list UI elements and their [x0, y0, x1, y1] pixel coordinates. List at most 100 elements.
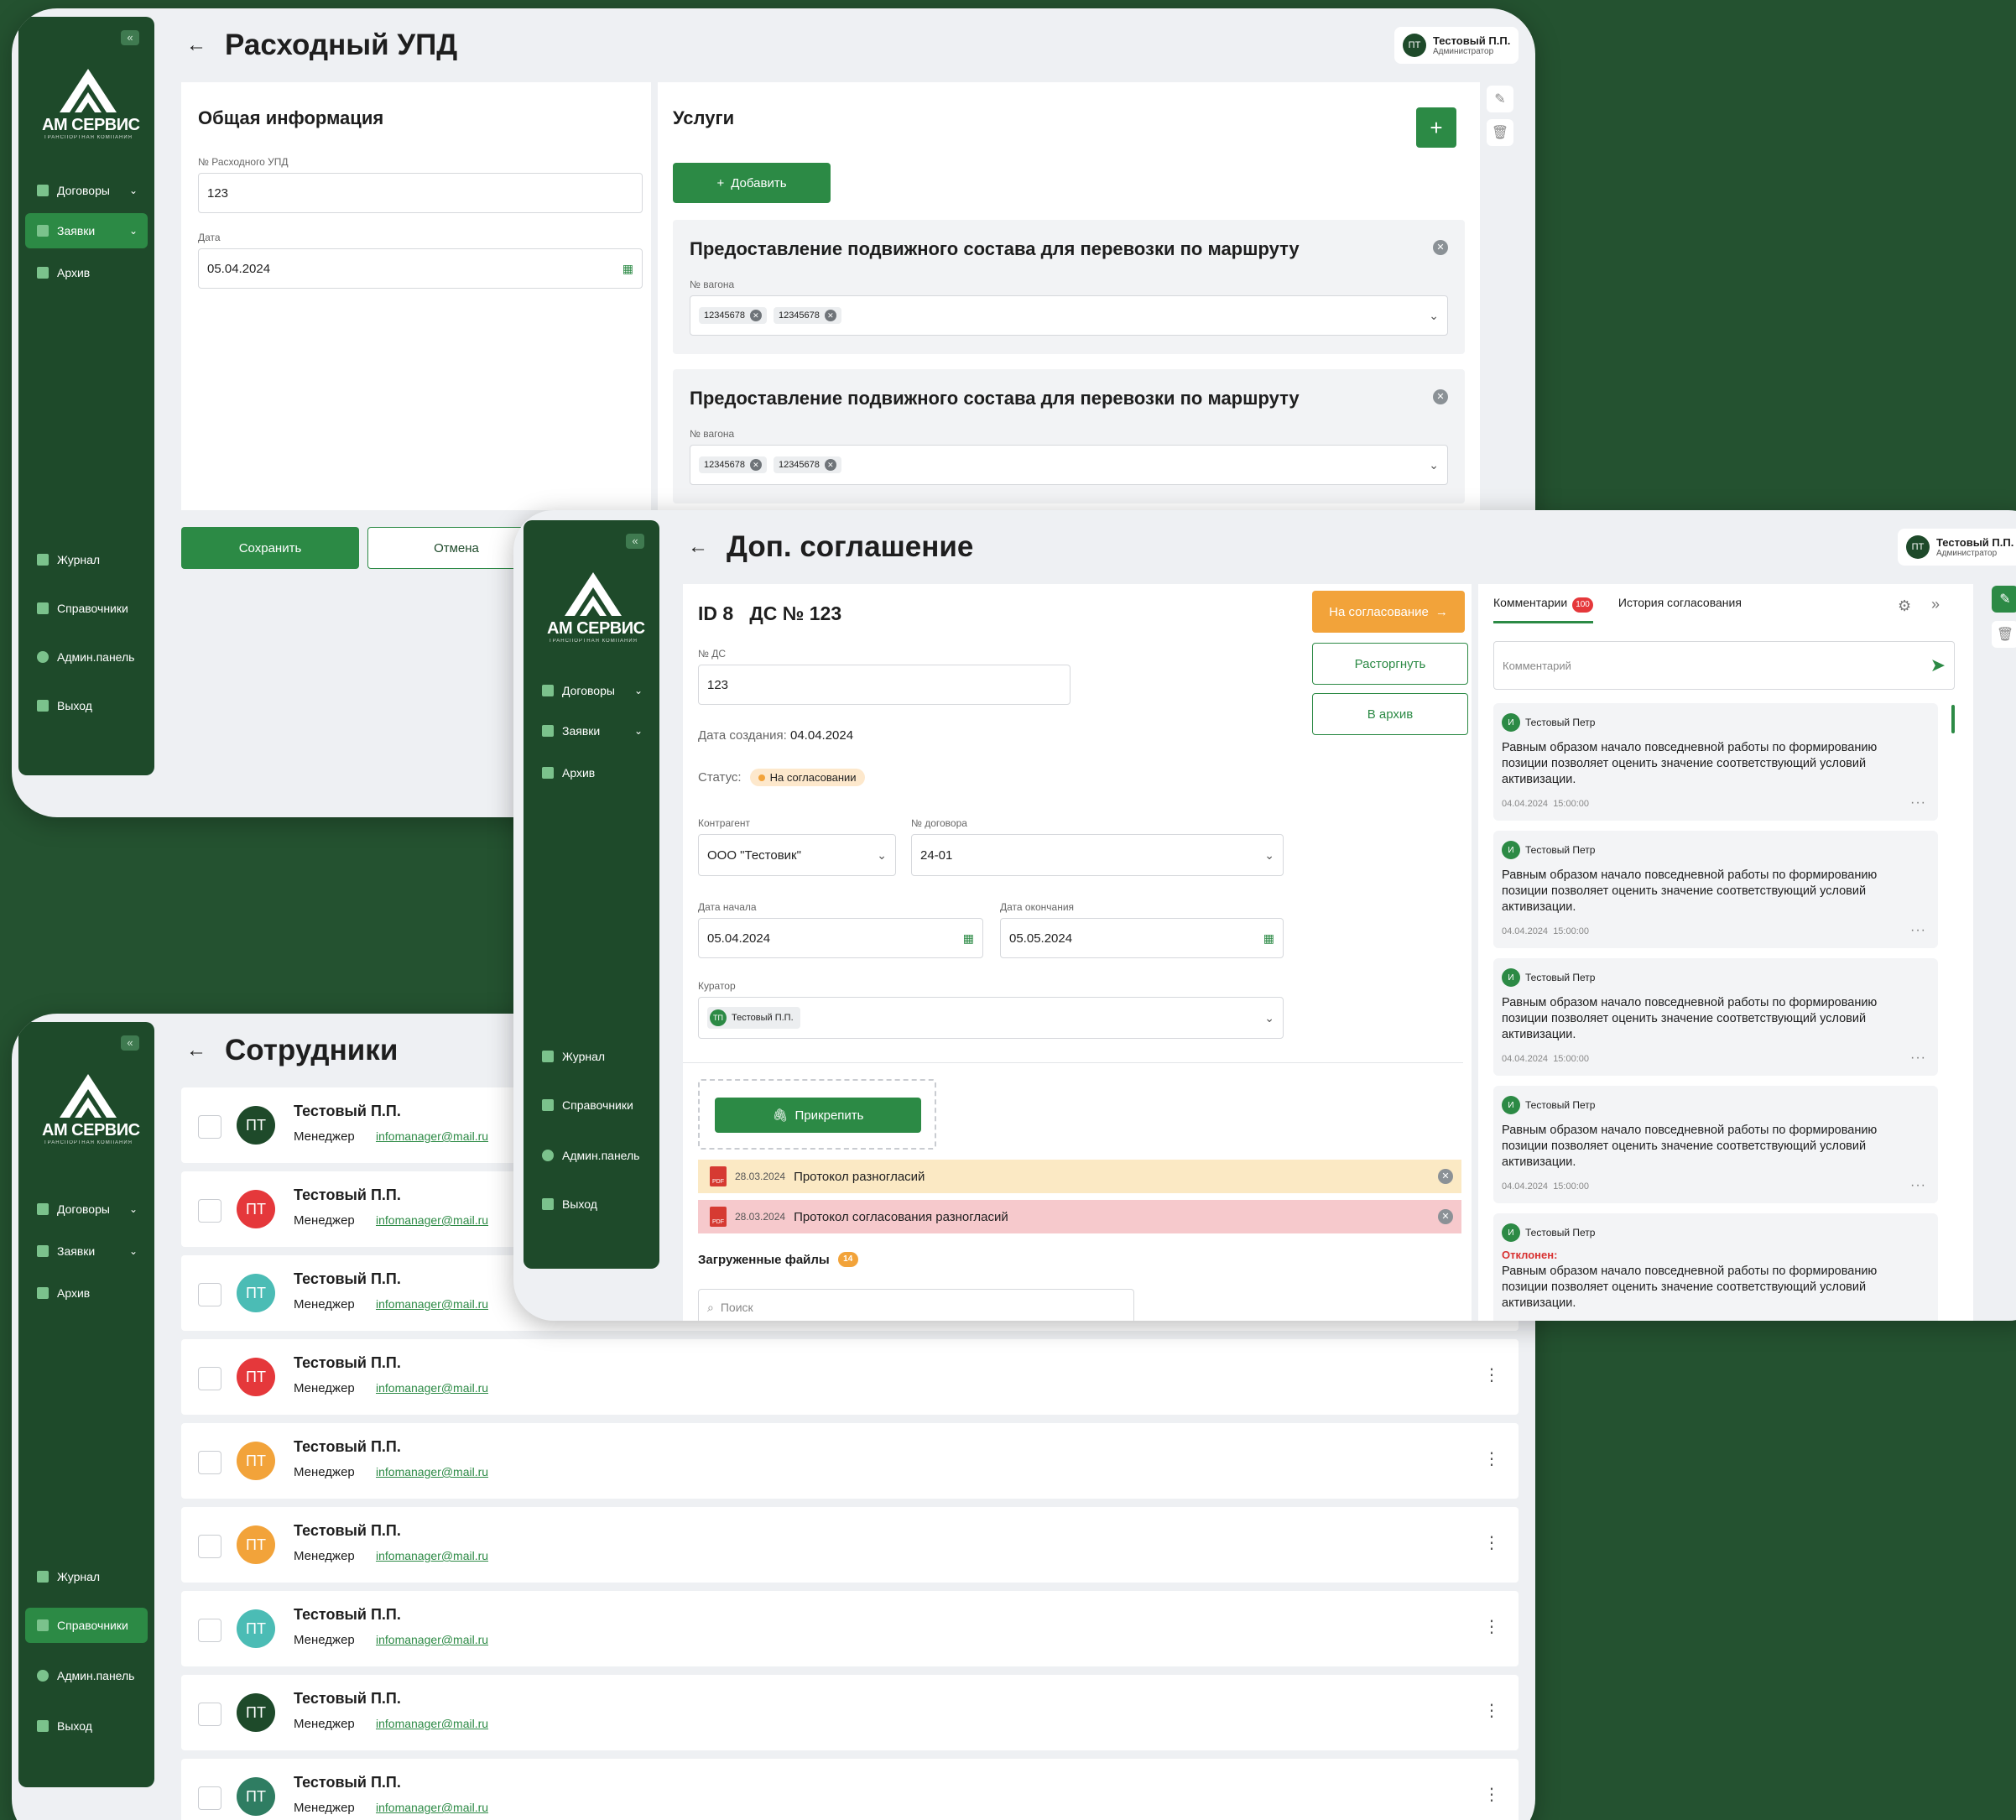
nav-exit[interactable]: Выход [25, 1708, 148, 1744]
close-icon[interactable]: ✕ [1433, 389, 1448, 404]
employee-email-link[interactable]: infomanager@mail.ru [376, 1465, 488, 1478]
wagon-select[interactable]: 12345678 ✕ 12345678 ✕ ⌄ [690, 445, 1448, 485]
comment-input[interactable]: Комментарий ➤ [1493, 641, 1955, 690]
employee-email-link[interactable]: infomanager@mail.ru [376, 1801, 488, 1814]
employee-row[interactable]: ПТ Тестовый П.П. Менеджер infomanager@mail.… [181, 1591, 1519, 1666]
more-vertical-icon[interactable]: ⋮ [1483, 1448, 1500, 1469]
row-checkbox[interactable] [198, 1619, 221, 1642]
archive-button[interactable]: В архив [1312, 693, 1468, 735]
nav-requests[interactable]: Заявки ⌄ [530, 713, 653, 748]
row-checkbox[interactable] [198, 1786, 221, 1810]
nav-journal[interactable]: Журнал [25, 542, 148, 577]
save-button[interactable]: Сохранить [181, 527, 359, 569]
file-row[interactable]: PDF 28.03.2024 Протокол согласования раз… [698, 1200, 1461, 1233]
more-horizontal-icon[interactable]: ··· [1910, 795, 1926, 811]
nav-journal[interactable]: Журнал [25, 1559, 148, 1594]
tab-history[interactable]: История согласования [1618, 596, 1742, 623]
send-for-approval-button[interactable]: На согласование → [1312, 591, 1465, 633]
back-arrow-icon[interactable]: ← [186, 34, 206, 57]
close-icon[interactable]: ✕ [1438, 1169, 1453, 1184]
nav-requests[interactable]: Заявки ⌄ [25, 1233, 148, 1269]
back-arrow-icon[interactable]: ← [688, 535, 708, 559]
nav-admin[interactable]: Админ.панель [530, 1138, 653, 1173]
scrollbar[interactable] [1951, 705, 1955, 733]
remove-tag-icon[interactable]: ✕ [824, 310, 836, 321]
employee-email-link[interactable]: infomanager@mail.ru [376, 1213, 488, 1227]
nav-contracts[interactable]: Договоры ⌄ [25, 173, 148, 208]
more-vertical-icon[interactable]: ⋮ [1483, 1784, 1500, 1805]
row-checkbox[interactable] [198, 1283, 221, 1306]
edit-icon[interactable]: ✎ [1992, 586, 2016, 613]
counterparty-select[interactable]: ООО "Тестовик" ⌄ [698, 834, 896, 876]
collapse-sidebar-button[interactable]: « [121, 1035, 139, 1051]
plus-button[interactable]: + [1416, 107, 1456, 148]
more-horizontal-icon[interactable]: ··· [1910, 923, 1926, 938]
employee-email-link[interactable]: infomanager@mail.ru [376, 1717, 488, 1730]
employee-email-link[interactable]: infomanager@mail.ru [376, 1549, 488, 1562]
row-checkbox[interactable] [198, 1199, 221, 1223]
nav-contracts[interactable]: Договоры ⌄ [530, 673, 653, 708]
employee-row[interactable]: ПТ Тестовый П.П. Менеджер infomanager@mail.… [181, 1507, 1519, 1583]
more-horizontal-icon[interactable]: ··· [1910, 1051, 1926, 1066]
settings-icon[interactable]: ⚙ [1898, 597, 1911, 615]
nav-archive[interactable]: Архив [25, 255, 148, 290]
employee-email-link[interactable]: infomanager@mail.ru [376, 1297, 488, 1311]
end-date-input[interactable]: 05.05.2024 ▦ [1000, 918, 1284, 958]
user-badge[interactable]: ПТ Тестовый П.П. Администратор [1898, 529, 2016, 566]
chevron-down-icon[interactable]: ⌄ [1429, 309, 1439, 323]
employee-email-link[interactable]: infomanager@mail.ru [376, 1633, 488, 1646]
employee-row[interactable]: ПТ Тестовый П.П. Менеджер infomanager@mail.… [181, 1339, 1519, 1415]
more-horizontal-icon[interactable]: ··· [1910, 1178, 1926, 1193]
calendar-icon[interactable]: ▦ [623, 262, 633, 276]
attach-button[interactable]: 🖇 Прикрепить [715, 1098, 921, 1133]
terminate-button[interactable]: Расторгнуть [1312, 643, 1468, 685]
nav-archive[interactable]: Архив [530, 755, 653, 790]
more-vertical-icon[interactable]: ⋮ [1483, 1616, 1500, 1637]
add-service-button[interactable]: + Добавить [673, 163, 831, 203]
calendar-icon[interactable]: ▦ [1263, 931, 1274, 946]
row-checkbox[interactable] [198, 1703, 221, 1726]
expand-icon[interactable]: » [1931, 596, 1940, 613]
row-checkbox[interactable] [198, 1367, 221, 1390]
nav-directories[interactable]: Справочники [530, 1087, 653, 1123]
more-vertical-icon[interactable]: ⋮ [1483, 1700, 1500, 1721]
collapse-sidebar-button[interactable]: « [626, 534, 644, 549]
close-icon[interactable]: ✕ [1438, 1209, 1453, 1224]
send-icon[interactable]: ➤ [1930, 654, 1946, 676]
calendar-icon[interactable]: ▦ [963, 931, 974, 946]
nav-directories[interactable]: Справочники [25, 1608, 148, 1643]
remove-tag-icon[interactable]: ✕ [749, 310, 762, 321]
row-checkbox[interactable] [198, 1451, 221, 1474]
collapse-sidebar-button[interactable]: « [121, 30, 139, 45]
chevron-down-icon[interactable]: ⌄ [1429, 458, 1439, 472]
back-arrow-icon[interactable]: ← [186, 1039, 206, 1062]
trash-icon[interactable]: 🗑 [1992, 621, 2016, 648]
row-checkbox[interactable] [198, 1115, 221, 1139]
file-row[interactable]: PDF 28.03.2024 Протокол разногласий ✕ [698, 1160, 1461, 1193]
employee-row[interactable]: ПТ Тестовый П.П. Менеджер infomanager@mail.… [181, 1759, 1519, 1820]
employee-row[interactable]: ПТ Тестовый П.П. Менеджер infomanager@mail.… [181, 1675, 1519, 1750]
user-badge[interactable]: ПТ Тестовый П.П. Администратор [1394, 27, 1519, 64]
employee-email-link[interactable]: infomanager@mail.ru [376, 1381, 488, 1395]
row-checkbox[interactable] [198, 1535, 221, 1558]
nav-requests[interactable]: Заявки ⌄ [25, 213, 148, 248]
remove-tag-icon[interactable]: ✕ [749, 459, 762, 471]
nav-journal[interactable]: Журнал [530, 1039, 653, 1074]
employee-row[interactable]: ПТ Тестовый П.П. Менеджер infomanager@mail.… [181, 1423, 1519, 1499]
nav-archive[interactable]: Архив [25, 1275, 148, 1311]
nav-exit[interactable]: Выход [530, 1186, 653, 1222]
files-search-input[interactable]: ⌕ Поиск [698, 1289, 1134, 1321]
close-icon[interactable]: ✕ [1433, 240, 1448, 255]
contract-select[interactable]: 24-01 ⌄ [911, 834, 1284, 876]
tab-comments[interactable]: Комментарии 100 [1493, 596, 1593, 623]
nav-admin[interactable]: Админ.панель [25, 639, 148, 675]
start-date-input[interactable]: 05.04.2024 ▦ [698, 918, 983, 958]
edit-icon[interactable]: ✎ [1487, 86, 1513, 112]
trash-icon[interactable]: 🗑 [1487, 119, 1513, 146]
upd-number-input[interactable]: 123 [198, 173, 643, 213]
wagon-select[interactable]: 12345678 ✕ 12345678 ✕ ⌄ [690, 295, 1448, 336]
curator-select[interactable]: ТП Тестовый П.П. ⌄ [698, 997, 1284, 1039]
employee-email-link[interactable]: infomanager@mail.ru [376, 1129, 488, 1143]
nav-exit[interactable]: Выход [25, 688, 148, 723]
more-vertical-icon[interactable]: ⋮ [1483, 1532, 1500, 1553]
